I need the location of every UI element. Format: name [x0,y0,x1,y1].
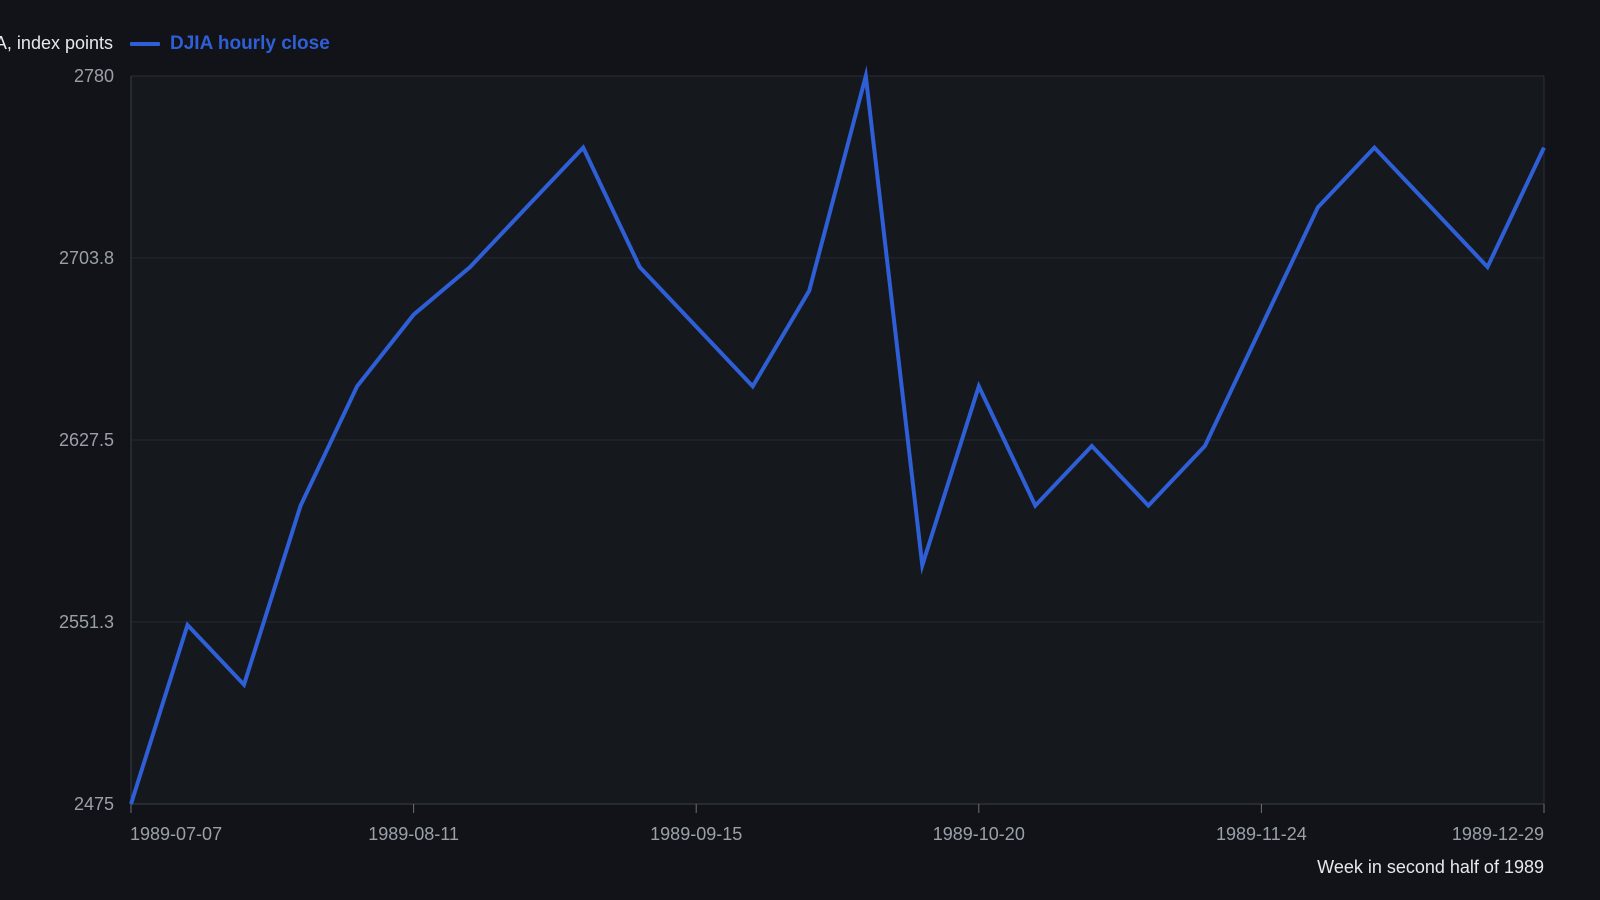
y-tick-label: 2780 [74,66,114,86]
x-axis-title: Week in second half of 1989 [1317,857,1544,877]
y-tick-label: 2551.3 [59,612,114,632]
y-tick-label: 2627.5 [59,430,114,450]
x-tick-label: 1989-12-29 [1452,824,1544,844]
x-tick-label: 1989-09-15 [650,824,742,844]
x-tick-label: 1989-08-11 [368,824,459,844]
y-tick-label: 2475 [74,794,114,814]
x-tick-label: 1989-11-24 [1216,824,1307,844]
line-chart: 2475 2551.3 2627.5 2703.8 2780 1989-07-07 1989… [59,65,1546,844]
x-tick-label: 1989-07-07 [130,824,222,844]
y-tick-label: 2703.8 [59,248,114,268]
x-tick-label: 1989-10-20 [933,824,1025,844]
